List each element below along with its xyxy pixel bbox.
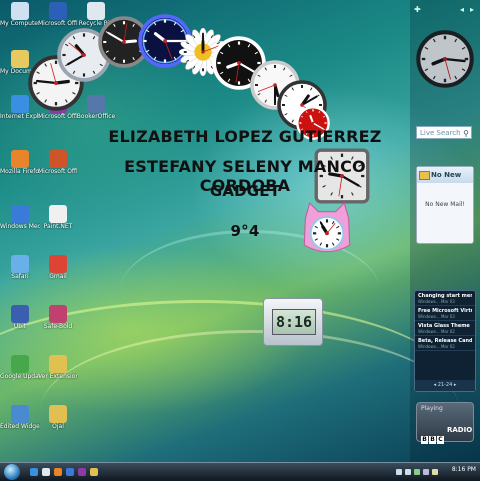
folder-icon[interactable]: [90, 468, 98, 476]
desktop-icon[interactable]: Safari: [0, 255, 40, 280]
radio-label: RADIO: [447, 426, 473, 434]
feed-item-source: Windows... Mar 02: [418, 329, 455, 334]
desktop-icon[interactable]: Edited Widgets: [0, 405, 40, 430]
app-icon: [49, 150, 67, 168]
network-icon[interactable]: [396, 469, 402, 475]
radio-status: Playing: [421, 405, 443, 412]
live-search-gadget[interactable]: Live Search ⚲: [416, 126, 472, 139]
show-desktop-icon[interactable]: [42, 468, 50, 476]
desktop-icon[interactable]: Mozilla Firefox: [0, 150, 40, 175]
app-icon: [11, 305, 29, 323]
mail-gadget-header: No New: [417, 167, 473, 183]
desktop-icon-label: Ubit: [13, 323, 27, 330]
desktop-icon-label: Ver Extension ...: [38, 373, 78, 380]
feed-item-source: Windows... Mar 03: [418, 314, 455, 319]
credit-line-4: 9°4: [230, 222, 260, 240]
app-icon: [11, 2, 29, 20]
app-icon: [49, 205, 67, 223]
feed-pager[interactable]: ◂ 21-24 ▸: [415, 380, 475, 391]
desktop-icon-label: Google Update: [0, 373, 40, 380]
feed-list: Changing start menu...Windows... Mar 03F…: [415, 291, 475, 351]
app-icon: [11, 255, 29, 273]
desktop-icon-label: Paint.NET: [43, 223, 73, 230]
taskbar-clock[interactable]: 8:16 PM: [452, 466, 476, 473]
taskbar: 8:16 PM: [0, 462, 480, 481]
onenote-icon[interactable]: [78, 468, 86, 476]
desktop-icon[interactable]: Ojal: [38, 405, 78, 430]
desktop-icon[interactable]: Microsoft Office Po...: [38, 150, 78, 175]
feed-pager-label: 21-24: [437, 382, 453, 388]
media-player-icon[interactable]: [66, 468, 74, 476]
desktop-icon[interactable]: Gmail: [38, 255, 78, 280]
desktop-icon-label: Internet Explorer: [0, 113, 40, 120]
firefox-icon[interactable]: [54, 468, 62, 476]
desktop-icon[interactable]: Microsoft Office Wo...: [38, 2, 78, 27]
digital-clock-gadget[interactable]: 8:16: [263, 298, 323, 346]
desktop-icon-label: My Computer: [0, 20, 40, 27]
feed-item[interactable]: Beta, Release Candid...Windows... Mar 02: [415, 336, 475, 351]
desktop-icon-label: Microsoft Office Onen...: [38, 113, 78, 120]
app-icon: [11, 50, 29, 68]
desktop-icon[interactable]: Safe-Bold: [38, 305, 78, 330]
sidebar-add-icon[interactable]: ✚: [414, 5, 421, 14]
desktop-icon-label: Windows Media Player: [0, 223, 40, 230]
sidebar-next-icon[interactable]: ▸: [470, 5, 474, 14]
volume-icon[interactable]: [405, 469, 411, 475]
feed-item[interactable]: Vista Glass Theme Windows... Mar 02: [415, 321, 475, 336]
bbc-logo: BBC: [421, 436, 444, 444]
app-icon: [11, 205, 29, 223]
feed-item[interactable]: Changing start menu...Windows... Mar 03: [415, 291, 475, 306]
live-search-input[interactable]: Live Search: [420, 129, 461, 137]
desktop-icon-label: Mozilla Firefox: [0, 168, 40, 175]
envelope-icon: [419, 171, 430, 180]
desktop-icon[interactable]: Windows Media Player: [0, 205, 40, 230]
desktop-icon-label: Safari: [11, 273, 29, 280]
credit-line-3: GADGET: [209, 182, 281, 200]
desktop-icon-label: Ojal: [52, 423, 64, 430]
app-icon: [11, 150, 29, 168]
chevron-right-icon[interactable]: ▸: [454, 382, 457, 388]
bbc-radio-gadget[interactable]: Playing BBC RADIO: [416, 402, 474, 444]
app-icon: [87, 95, 105, 113]
search-icon[interactable]: ⚲: [463, 127, 469, 140]
mail-gadget-title: No New: [431, 171, 462, 179]
app-icon: [49, 405, 67, 423]
app-icon: [49, 305, 67, 323]
security-icon[interactable]: [414, 469, 420, 475]
app-icon: [49, 355, 67, 373]
sidebar-prev-icon[interactable]: ◂: [460, 5, 464, 14]
app-icon: [49, 2, 67, 20]
feed-item[interactable]: Free Microsoft Virtu...Windows... Mar 03: [415, 306, 475, 321]
credit-line-1: ELIZABETH LOPEZ GUTIERREZ: [108, 127, 382, 146]
digital-clock-display: 8:16: [272, 309, 316, 335]
desktop-icon[interactable]: Google Update: [0, 355, 40, 380]
internet-explorer-icon[interactable]: [30, 468, 38, 476]
mail-gadget[interactable]: No New No New Mail!: [416, 166, 474, 244]
desktop-icon-label: BookerOffice: [76, 113, 116, 120]
app-icon: [49, 255, 67, 273]
app-icon: [11, 95, 29, 113]
desktop-icon-label: Microsoft Office Po...: [38, 168, 78, 175]
desktop-icon-label: Microsoft Office Wo...: [38, 20, 78, 27]
desktop-icon[interactable]: Ubit: [0, 305, 40, 330]
tray-icon[interactable]: [432, 469, 438, 475]
desktop-icon-label: Safe-Bold: [43, 323, 73, 330]
mail-gadget-status: No New Mail!: [425, 201, 465, 208]
desktop: My ComputerMicrosoft Office Wo...Recycle…: [0, 0, 480, 462]
desktop-icon[interactable]: Paint.NET: [38, 205, 78, 230]
feed-item-source: Windows... Mar 02: [418, 344, 455, 349]
app-icon: [11, 405, 29, 423]
app-icon: [11, 355, 29, 373]
desktop-icon[interactable]: My Computer: [0, 2, 40, 27]
desktop-icon[interactable]: Ver Extension ...: [38, 355, 78, 380]
desktop-icon-label: Edited Widgets: [0, 423, 40, 430]
tray-icon[interactable]: [423, 469, 429, 475]
feed-item-source: Windows... Mar 03: [418, 299, 455, 304]
feed-headlines-gadget[interactable]: Changing start menu...Windows... Mar 03F…: [414, 290, 476, 392]
desktop-icon-label: Gmail: [49, 273, 67, 280]
start-button[interactable]: [4, 464, 20, 480]
